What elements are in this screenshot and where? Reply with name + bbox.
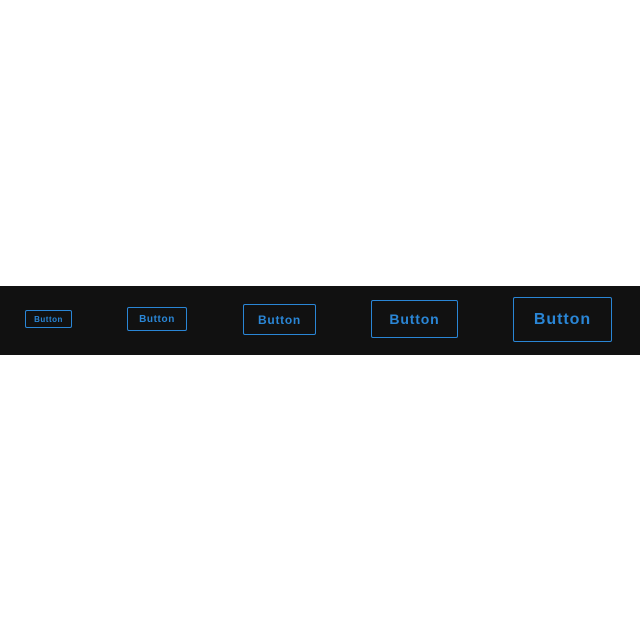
outlined-button-medium[interactable]: Button: [243, 304, 316, 335]
outlined-button-extra-large[interactable]: Button: [513, 297, 612, 342]
outlined-button-small[interactable]: Button: [127, 307, 187, 331]
outlined-button-extra-small[interactable]: Button: [25, 310, 72, 328]
page: Button Button Button Button Button: [0, 0, 640, 640]
button-size-showcase-strip: Button Button Button Button Button: [0, 286, 640, 355]
outlined-button-large[interactable]: Button: [371, 300, 458, 338]
